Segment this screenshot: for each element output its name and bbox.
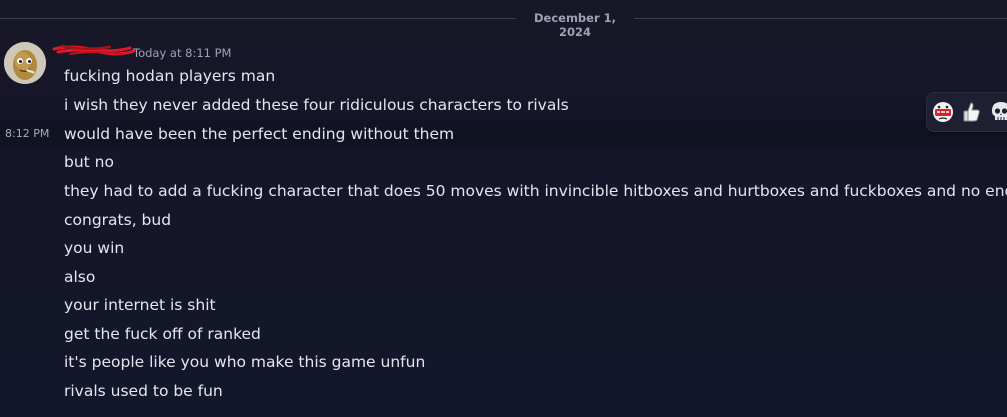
message-line[interactable]: i wish they never added these four ridic… [0,91,1007,119]
message-line[interactable]: your internet is shit [0,291,1007,319]
date-divider-line-right [634,18,1007,19]
message-line[interactable]: you win [0,234,1007,262]
thumbs-up-reaction-icon [963,102,980,122]
scribble-redaction-icon [52,44,136,56]
date-divider-line-left [0,18,516,19]
reaction-button-skull[interactable] [989,100,1007,124]
message-text: they had to add a fucking character that… [64,182,1007,200]
skull-reaction-icon [992,102,1007,120]
message-line[interactable]: congrats, bud [0,206,1007,234]
message-text: your internet is shit [64,296,216,314]
message-line[interactable]: but no [0,148,1007,176]
message-line[interactable]: they had to add a fucking character that… [0,177,1007,205]
message-text: fucking hodan players man [64,67,276,85]
message-timestamp[interactable]: Today at 8:11 PM [133,46,231,60]
hmm-reaction-icon [933,102,953,122]
message-text: but no [64,153,114,171]
hover-timestamp: 8:12 PM [5,127,50,140]
message-line[interactable]: rivals used to be fun [0,377,1007,405]
message-line[interactable]: fucking hodan players man [0,62,1007,90]
message-text: you win [64,239,125,257]
message-text: rivals used to be fun [64,382,223,400]
message-text: get the fuck off of ranked [64,325,261,343]
username-redaction [50,42,136,56]
message-text: i wish they never added these four ridic… [64,96,569,114]
message-text: also [64,268,96,286]
message-line[interactable]: it's people like you who make this game … [0,348,1007,376]
message-text: it's people like you who make this game … [64,353,426,371]
date-divider: December 1, 2024 [0,8,1007,39]
reaction-button-hmm[interactable] [931,100,955,124]
date-divider-label: December 1, 2024 [533,11,617,39]
message-line-hovered[interactable]: 8:12 PM would have been the perfect endi… [0,120,1007,148]
reaction-button-thumbs-up[interactable] [959,100,983,124]
message-reaction-bar [926,92,1007,132]
message-line[interactable]: also [0,263,1007,291]
message-text: would have been the perfect ending witho… [64,125,455,143]
message-line[interactable]: get the fuck off of ranked [0,320,1007,348]
message-text: congrats, bud [64,211,172,229]
